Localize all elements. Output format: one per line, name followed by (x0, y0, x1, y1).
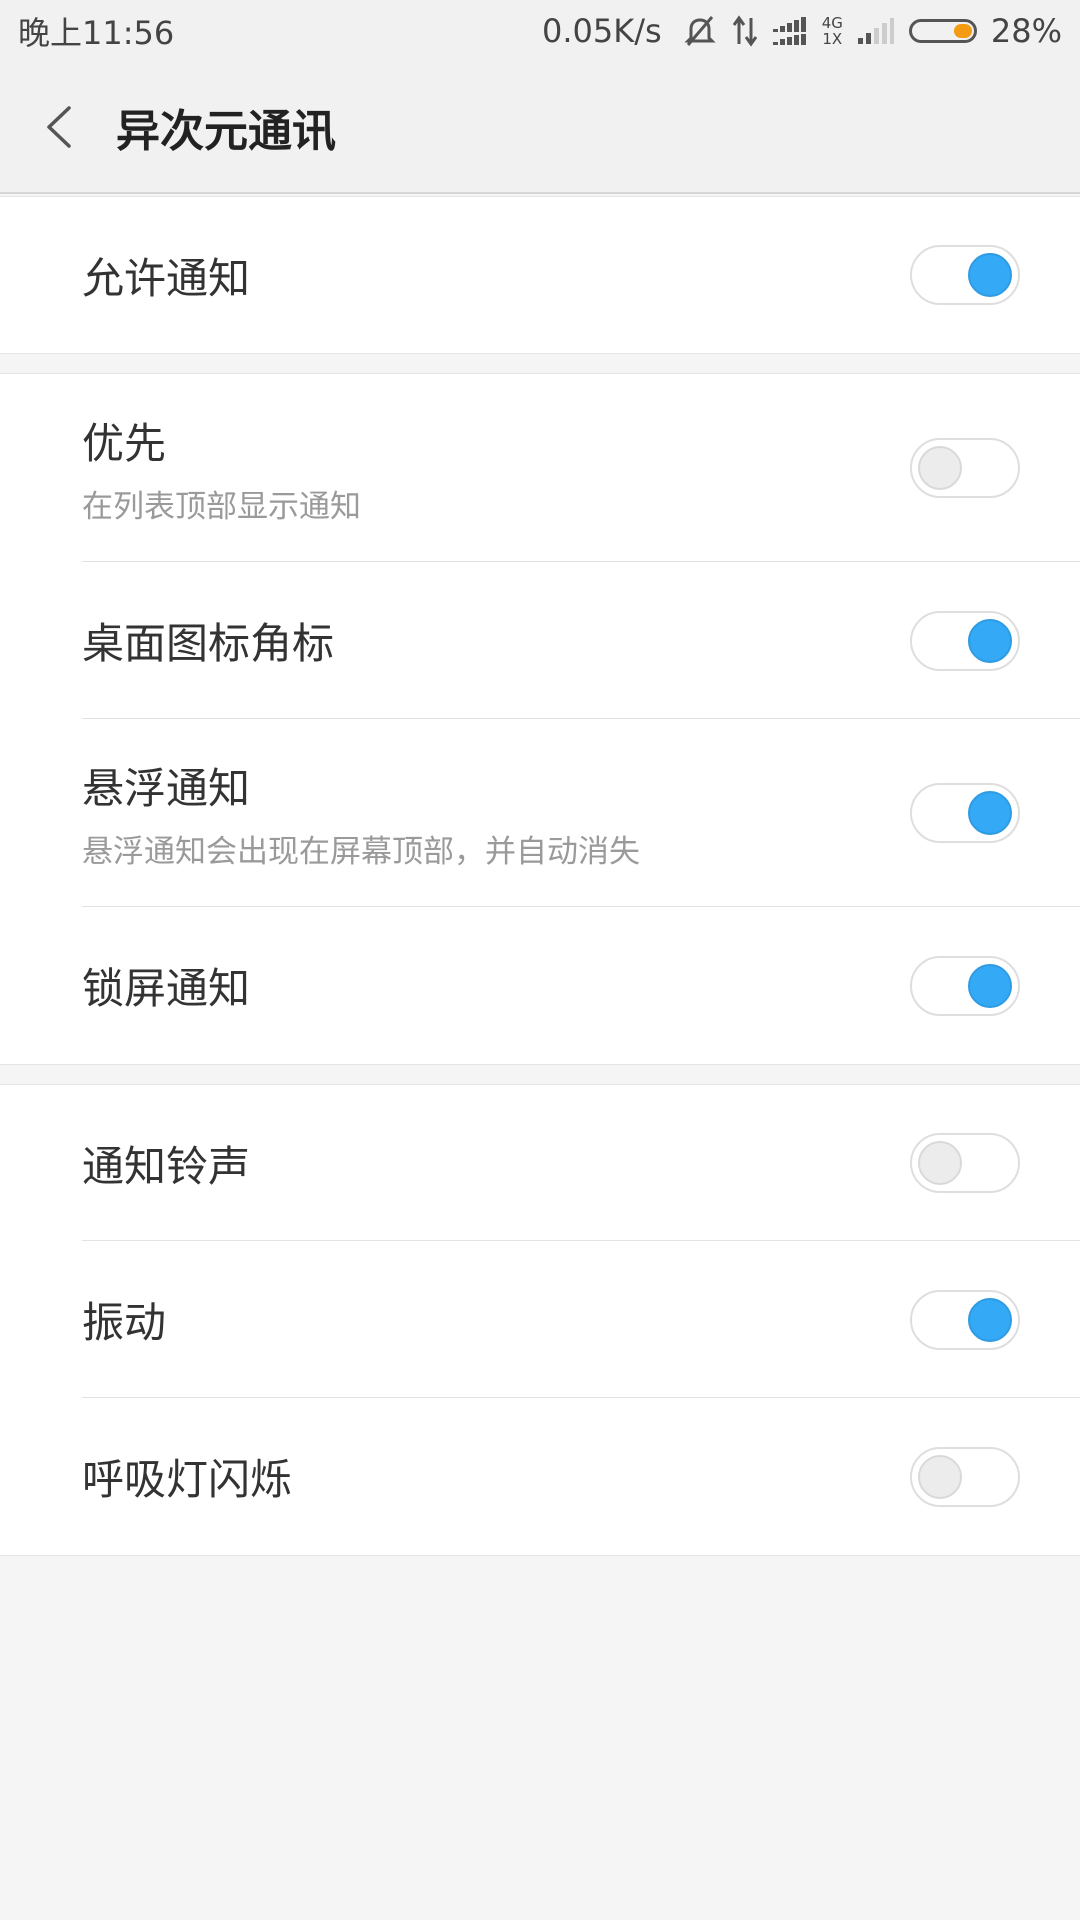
toggle-knob (968, 963, 1012, 1008)
toggle-knob (968, 253, 1012, 297)
back-button[interactable] (14, 62, 104, 192)
battery-level (953, 24, 972, 38)
toggle-switch-vibration[interactable] (910, 1289, 1020, 1350)
toggle-switch-breathing-light[interactable] (910, 1446, 1020, 1507)
data-arrows-icon (732, 14, 758, 48)
toggle-switch-floating-notification[interactable] (910, 783, 1020, 843)
setting-label: 锁屏通知 (82, 964, 251, 1013)
signal-weak-icon (857, 16, 895, 46)
section-main-notification: 允许通知 (0, 196, 1080, 354)
page-title: 异次元通讯 (116, 106, 336, 157)
toggle-knob (968, 791, 1012, 835)
network-type: 4G 1X (822, 15, 843, 47)
setting-label: 允许通知 (82, 253, 251, 303)
setting-row-vibration[interactable]: 振动 (0, 1241, 1080, 1398)
toggle-knob (918, 1454, 962, 1499)
setting-label: 桌面图标角标 (82, 619, 335, 668)
app-header: 异次元通讯 (0, 62, 1080, 194)
toggle-switch-badge[interactable] (910, 610, 1020, 671)
status-bar: 晚上11:56 0.05K/s 4G 1X 28% (0, 0, 1080, 62)
toggle-knob (918, 1141, 962, 1185)
toggle-knob (968, 1297, 1012, 1342)
battery-icon (908, 19, 977, 43)
mute-icon (682, 13, 718, 49)
setting-label: 悬浮通知 (82, 764, 251, 813)
setting-description: 在列表顶部显示通知 (82, 489, 361, 525)
status-time: 晚上11:56 (18, 14, 175, 52)
network-type-top: 4G (821, 14, 843, 32)
toggle-switch-priority[interactable] (910, 438, 1020, 498)
net-speed: 0.05K/s (542, 12, 662, 50)
section-display: 优先 在列表顶部显示通知 桌面图标角标 悬浮通知 悬浮通知会出现在屏幕顶部，并自… (0, 373, 1080, 1065)
setting-row-priority[interactable]: 优先 在列表顶部显示通知 (0, 374, 1080, 562)
toggle-switch-ringtone[interactable] (910, 1133, 1020, 1193)
toggle-knob (918, 446, 962, 490)
signal-icon (772, 16, 808, 46)
setting-row-breathing-light[interactable]: 呼吸灯闪烁 (0, 1398, 1080, 1555)
section-alerts: 通知铃声 振动 呼吸灯闪烁 (0, 1084, 1080, 1556)
toggle-switch-allow-notification[interactable] (910, 245, 1020, 305)
setting-row-allow-notification[interactable]: 允许通知 (0, 197, 1080, 353)
battery-percent: 28% (990, 12, 1062, 50)
setting-label: 呼吸灯闪烁 (82, 1455, 293, 1504)
setting-row-lockscreen-notification[interactable]: 锁屏通知 (0, 907, 1080, 1064)
status-icons: 0.05K/s 4G 1X 28% (542, 12, 1062, 50)
setting-row-ringtone[interactable]: 通知铃声 (0, 1085, 1080, 1241)
setting-row-badge[interactable]: 桌面图标角标 (0, 562, 1080, 719)
chevron-left-icon (47, 106, 71, 148)
setting-row-floating-notification[interactable]: 悬浮通知 悬浮通知会出现在屏幕顶部，并自动消失 (0, 719, 1080, 907)
setting-label: 振动 (82, 1298, 167, 1347)
toggle-switch-lockscreen-notification[interactable] (910, 955, 1020, 1016)
setting-description: 悬浮通知会出现在屏幕顶部，并自动消失 (82, 834, 640, 870)
toggle-knob (968, 618, 1012, 663)
network-type-bottom: 1X (822, 30, 843, 48)
setting-label: 通知铃声 (82, 1141, 251, 1191)
setting-label: 优先 (82, 419, 167, 468)
